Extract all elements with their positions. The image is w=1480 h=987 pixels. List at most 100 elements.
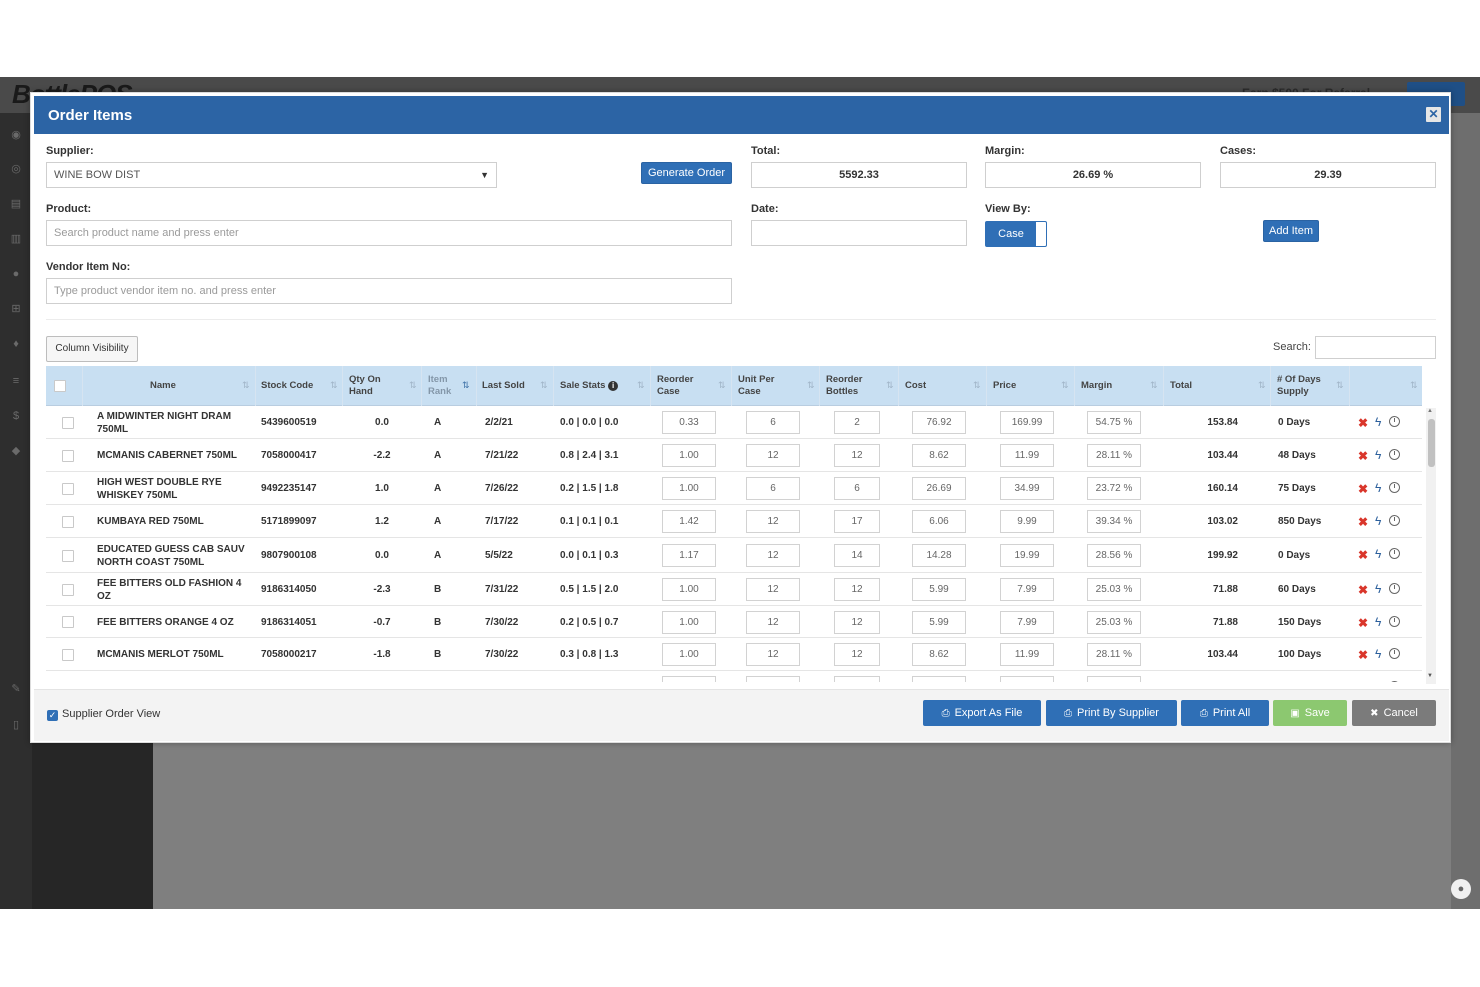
input-rbottles[interactable]: 6 xyxy=(834,477,880,500)
input-price[interactable]: 7.99 xyxy=(1000,578,1054,601)
history-icon[interactable] xyxy=(1389,449,1400,460)
col-unit-per-case[interactable]: Unit Per Case xyxy=(732,366,787,406)
table-row[interactable]: EDUCATED GUESS PINOT ✖ ϟ xyxy=(46,671,1422,682)
generate-order-button[interactable]: Generate Order xyxy=(641,162,732,184)
delete-icon[interactable]: ✖ xyxy=(1358,515,1368,529)
select-all-checkbox[interactable] xyxy=(54,380,66,392)
input-cost[interactable]: 5.99 xyxy=(912,611,966,634)
row-checkbox[interactable] xyxy=(62,616,74,628)
col-margin[interactable]: Margin xyxy=(1075,366,1112,406)
row-checkbox-cell[interactable] xyxy=(62,538,74,573)
table-row[interactable]: MCMANIS MERLOT 750ML 7058000217 -1.8 B 7/30/… xyxy=(46,638,1422,671)
input-price[interactable]: 19.99 xyxy=(1000,544,1054,567)
input-price[interactable]: 169.99 xyxy=(1000,411,1054,434)
sort-icon[interactable]: ⇅ xyxy=(718,380,726,391)
row-checkbox-cell[interactable] xyxy=(62,439,74,472)
bolt-icon[interactable]: ϟ xyxy=(1375,615,1381,629)
input-price[interactable]: 34.99 xyxy=(1000,477,1054,500)
col-reorder-bottles[interactable]: Reorder Bottles xyxy=(820,366,875,406)
close-icon[interactable]: ✕ xyxy=(1426,107,1441,122)
sort-active-icon[interactable]: ⇅ xyxy=(462,380,470,391)
col-cost[interactable]: Cost xyxy=(899,366,926,406)
row-checkbox-cell[interactable] xyxy=(62,573,74,606)
delete-icon[interactable]: ✖ xyxy=(1358,648,1368,662)
input-margin[interactable]: 54.75 % xyxy=(1087,411,1141,434)
input-margin[interactable]: 23.72 % xyxy=(1087,477,1141,500)
table-row[interactable]: A MIDWINTER NIGHT DRAM 750ML 5439600519 0.… xyxy=(46,406,1422,439)
dollar-icon[interactable]: $ xyxy=(10,410,22,422)
sort-icon[interactable]: ⇅ xyxy=(637,380,645,391)
sort-icon[interactable]: ⇅ xyxy=(807,380,815,391)
input-upc[interactable]: 12 xyxy=(746,544,800,567)
history-icon[interactable] xyxy=(1389,583,1400,594)
sort-icon[interactable]: ⇅ xyxy=(330,380,338,391)
table-row[interactable]: FEE BITTERS ORANGE 4 OZ 9186314051 -0.7 B 7/… xyxy=(46,606,1422,638)
col-sale-stats[interactable]: Sale Stats i xyxy=(554,366,619,406)
input-margin[interactable]: 28.56 % xyxy=(1087,544,1141,567)
delete-icon[interactable]: ✖ xyxy=(1358,548,1368,562)
sort-icon[interactable]: ⇅ xyxy=(242,380,250,391)
input-upc[interactable]: 6 xyxy=(746,411,800,434)
product-search-field[interactable] xyxy=(46,220,732,246)
input-cost[interactable]: 26.69 xyxy=(912,477,966,500)
add-item-button[interactable]: Add Item xyxy=(1263,220,1319,242)
bolt-icon[interactable]: ϟ xyxy=(1375,547,1381,561)
col-stock-code[interactable]: Stock Code xyxy=(255,366,335,406)
row-checkbox[interactable] xyxy=(62,583,74,596)
input-rcase[interactable]: 1.00 xyxy=(662,477,716,500)
input-margin[interactable]: 25.03 % xyxy=(1087,578,1141,601)
sort-icon[interactable]: ⇅ xyxy=(1410,380,1418,391)
input-rbottles[interactable]: 12 xyxy=(834,578,880,601)
col-total[interactable]: Total xyxy=(1164,366,1192,406)
input-margin[interactable]: 39.34 % xyxy=(1087,510,1141,533)
history-icon[interactable] xyxy=(1389,482,1400,493)
col-reorder-case[interactable]: Reorder Case xyxy=(651,366,701,406)
input-margin[interactable]: 25.03 % xyxy=(1087,611,1141,634)
sort-icon[interactable]: ⇅ xyxy=(1061,380,1069,391)
bolt-icon[interactable]: ϟ xyxy=(1375,448,1381,462)
delete-icon[interactable]: ✖ xyxy=(1358,616,1368,630)
file-icon[interactable]: ▯ xyxy=(10,719,22,731)
bolt-icon[interactable]: ϟ xyxy=(1375,481,1381,495)
bolt-icon[interactable]: ϟ xyxy=(1375,415,1381,429)
dashboard-icon[interactable]: ◉ xyxy=(10,129,22,141)
col-qty-on-hand[interactable]: Qty On Hand xyxy=(343,366,395,406)
input-rcase[interactable]: 0.33 xyxy=(662,411,716,434)
bolt-icon[interactable]: ϟ xyxy=(1375,582,1381,596)
table-row[interactable]: MCMANIS CABERNET 750ML 7058000417 -2.2 A 7/2… xyxy=(46,439,1422,472)
input-rcase[interactable]: 1.17 xyxy=(662,544,716,567)
table-row[interactable]: FEE BITTERS OLD FASHION 4 OZ 9186314050 -2… xyxy=(46,573,1422,606)
column-visibility-button[interactable]: Column Visibility xyxy=(46,336,138,362)
input-price[interactable]: 9.99 xyxy=(1000,510,1054,533)
input-price[interactable]: 11.99 xyxy=(1000,444,1054,467)
sort-icon[interactable]: ⇅ xyxy=(886,380,894,391)
input-rbottles[interactable]: 17 xyxy=(834,510,880,533)
input-cost[interactable] xyxy=(912,676,966,682)
date-field[interactable] xyxy=(751,220,967,246)
input-margin[interactable]: 28.11 % xyxy=(1087,444,1141,467)
supplier-select[interactable]: WINE BOW DIST ▼ xyxy=(46,162,497,188)
table-search-input[interactable] xyxy=(1315,336,1436,359)
input-rbottles[interactable]: 14 xyxy=(834,544,880,567)
input-rcase[interactable]: 1.00 xyxy=(662,444,716,467)
delete-icon[interactable]: ✖ xyxy=(1358,583,1368,597)
input-price[interactable] xyxy=(1000,676,1054,682)
row-checkbox[interactable] xyxy=(62,482,74,495)
export-as-file-button[interactable]: ⎙ Export As File xyxy=(923,700,1041,726)
input-price[interactable]: 11.99 xyxy=(1000,643,1054,666)
info-icon[interactable]: i xyxy=(608,381,619,391)
input-rcase[interactable]: 1.00 xyxy=(662,643,716,666)
print-all-button[interactable]: ⎙ Print All xyxy=(1181,700,1269,726)
input-upc[interactable]: 12 xyxy=(746,578,800,601)
supplier-order-view-checkbox[interactable]: ✓ xyxy=(47,710,58,721)
history-icon[interactable] xyxy=(1389,548,1400,559)
input-upc[interactable]: 12 xyxy=(746,643,800,666)
input-rbottles[interactable]: 2 xyxy=(834,411,880,434)
input-upc[interactable]: 6 xyxy=(746,477,800,500)
input-upc[interactable]: 12 xyxy=(746,510,800,533)
input-rcase[interactable] xyxy=(662,676,716,682)
input-rbottles[interactable] xyxy=(834,676,880,682)
table-row[interactable]: EDUCATED GUESS CAB SAUV NORTH COAST 750M… xyxy=(46,538,1422,573)
row-checkbox[interactable] xyxy=(62,648,74,661)
input-rcase[interactable]: 1.00 xyxy=(662,611,716,634)
